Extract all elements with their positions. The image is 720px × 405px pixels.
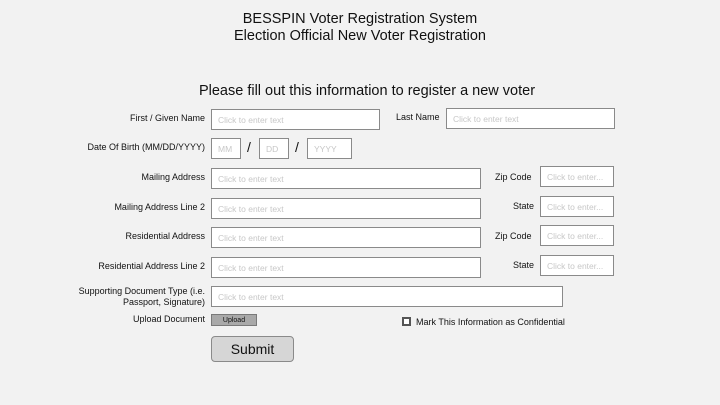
mailing-zip-label: Zip Code — [495, 172, 532, 182]
supporting-doc-label: Supporting Document Type (i.e. Passport,… — [40, 286, 205, 308]
residential-zip-input[interactable] — [540, 225, 614, 246]
residential-address-2-label: Residential Address Line 2 — [98, 261, 205, 271]
page-subtitle: Election Official New Voter Registration — [234, 28, 486, 44]
submit-button[interactable]: Submit — [211, 336, 294, 362]
confidential-label: Mark This Information as Confidential — [416, 317, 565, 327]
residential-state-input[interactable] — [540, 255, 614, 276]
dob-separator-2: / — [295, 139, 299, 155]
first-name-input[interactable] — [211, 109, 380, 130]
residential-address-label: Residential Address — [125, 231, 205, 241]
confidential-checkbox[interactable] — [402, 317, 411, 326]
supporting-doc-input[interactable] — [211, 286, 563, 307]
mailing-state-input[interactable] — [540, 196, 614, 217]
dob-separator-1: / — [247, 139, 251, 155]
mailing-zip-input[interactable] — [540, 166, 614, 187]
upload-document-label: Upload Document — [132, 314, 205, 324]
mailing-address-input[interactable] — [211, 168, 481, 189]
mailing-address-2-input[interactable] — [211, 198, 481, 219]
supporting-doc-label-line2: Passport, Signature) — [122, 297, 205, 307]
residential-address-input[interactable] — [211, 227, 481, 248]
residential-state-label: State — [513, 260, 535, 270]
mailing-address-2-label: Mailing Address Line 2 — [114, 202, 205, 212]
mailing-address-label: Mailing Address — [141, 172, 205, 182]
dob-month-input[interactable] — [211, 138, 241, 159]
dob-day-input[interactable] — [259, 138, 289, 159]
residential-address-2-input[interactable] — [211, 257, 481, 278]
residential-zip-label: Zip Code — [495, 231, 532, 241]
first-name-label: First / Given Name — [129, 113, 205, 123]
mailing-state-label: State — [513, 201, 535, 211]
upload-button[interactable]: Upload — [211, 314, 257, 326]
last-name-input[interactable] — [446, 108, 615, 129]
form-instruction: Please fill out this information to regi… — [198, 83, 536, 99]
page-title: BESSPIN Voter Registration System — [242, 11, 478, 27]
dob-year-input[interactable] — [307, 138, 352, 159]
supporting-doc-label-line1: Supporting Document Type (i.e. — [78, 286, 205, 296]
dob-label: Date Of Birth (MM/DD/YYYY) — [87, 142, 205, 152]
last-name-label: Last Name — [396, 112, 440, 122]
